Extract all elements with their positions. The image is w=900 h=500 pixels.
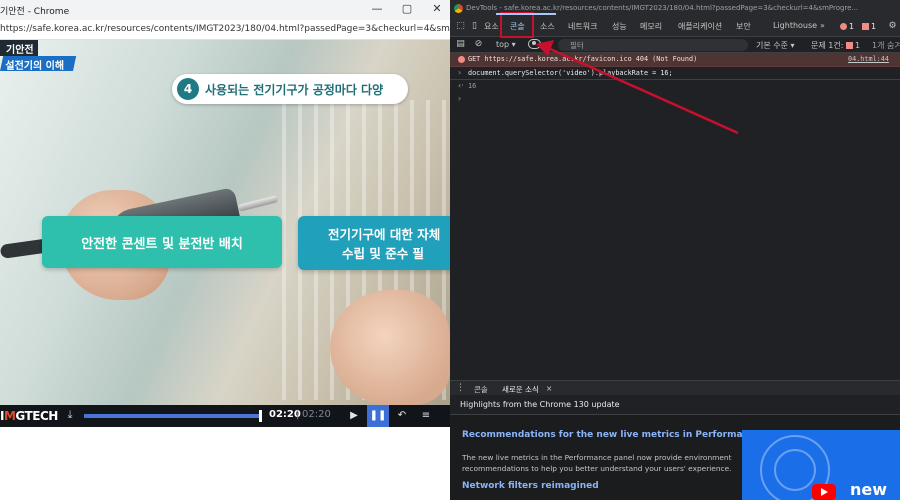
- play-button[interactable]: ▶: [343, 405, 365, 427]
- console-output[interactable]: GET https://safe.korea.ac.kr/favicon.ico…: [450, 53, 900, 380]
- info-card-outlet-text: 안전한 콘센트 및 분전반 배치: [81, 237, 243, 252]
- console-input-row: › document.querySelector('video').playba…: [450, 67, 900, 80]
- news-paragraph-1: The new live metrics in the Performance …: [462, 453, 732, 473]
- clear-console-icon[interactable]: ⊘: [472, 38, 485, 51]
- context-selector[interactable]: top ▾: [496, 40, 516, 49]
- drawer-tab-whats-new[interactable]: 새로운 소식: [502, 384, 539, 395]
- whats-new-title: Highlights from the Chrome 130 update: [460, 400, 620, 409]
- chrome-popup-window: 기안전 - Chrome — ▢ ✕ https://safe.korea.ac…: [0, 0, 450, 500]
- error-source-link[interactable]: 04.html:44: [848, 55, 889, 63]
- youtube-play-icon[interactable]: [812, 484, 836, 500]
- replay-button[interactable]: ↶: [391, 405, 413, 427]
- thumbnail-circle: [774, 449, 816, 491]
- result-chevron-icon: ‹·: [458, 81, 464, 90]
- inspect-element-icon[interactable]: ⬚: [454, 20, 467, 33]
- badge-text: 사용되는 전기기구가 공정마다 다양: [205, 83, 384, 97]
- pause-button[interactable]: ❚❚: [367, 405, 389, 427]
- time-separator: |: [296, 409, 300, 420]
- more-tabs-icon[interactable]: »: [820, 21, 825, 30]
- badge-number: 4: [177, 78, 199, 100]
- close-icon[interactable]: ×: [546, 384, 552, 393]
- prompt-chevron-icon: ›: [458, 94, 462, 103]
- drawer-tab-indicator: [496, 13, 556, 15]
- devtools-window: DevTools - safe.korea.ac.kr/resources/co…: [450, 0, 900, 500]
- issues-link[interactable]: 문제 1건: 1: [811, 40, 860, 51]
- info-card-rules-line2: 수립 및 준수 필: [342, 246, 425, 261]
- page-blank-area: [0, 427, 450, 500]
- screen: 기안전 - Chrome — ▢ ✕ https://safe.korea.ac…: [0, 0, 900, 500]
- seek-bar-fill: [84, 414, 262, 418]
- filter-placeholder: 필터: [570, 41, 584, 50]
- error-message: GET https://safe.korea.ac.kr/favicon.ico…: [468, 55, 698, 63]
- issue-icon: [862, 23, 869, 30]
- seek-bar[interactable]: [84, 414, 262, 418]
- tab-elements[interactable]: 요소: [484, 21, 499, 32]
- download-icon[interactable]: ⤓: [64, 408, 76, 422]
- devtools-title: DevTools - safe.korea.ac.kr/resources/co…: [466, 4, 859, 12]
- tab-performance[interactable]: 성능: [612, 21, 627, 32]
- console-error-row: GET https://safe.korea.ac.kr/favicon.ico…: [450, 53, 900, 67]
- info-card-rules: 전기기구에 대한 자체 수립 및 준수 필: [298, 216, 450, 270]
- hidden-messages-count: 1개 숨겨: [872, 41, 900, 50]
- hand-image: [330, 290, 450, 405]
- log-levels-dropdown[interactable]: 기본 수준 ▾: [756, 40, 795, 51]
- error-icon: [840, 23, 847, 30]
- news-video-thumbnail[interactable]: new: [742, 430, 900, 500]
- device-toolbar-icon[interactable]: ▯: [468, 20, 481, 33]
- input-chevron-icon: ›: [458, 68, 462, 77]
- maximize-icon[interactable]: ▢: [400, 2, 414, 16]
- whats-new-content: Recommendations for the new live metrics…: [450, 415, 900, 500]
- error-icon: [458, 56, 465, 63]
- tab-security[interactable]: 보안: [736, 21, 751, 32]
- news-heading-2[interactable]: Network filters reimagined: [462, 481, 599, 491]
- error-count-badge[interactable]: 1: [840, 22, 854, 31]
- console-tab-highlight-box: [500, 12, 534, 38]
- console-command: document.querySelector('video').playback…: [468, 69, 673, 77]
- info-card-rules-line1: 전기기구에 대한 자체: [328, 227, 441, 242]
- settings-icon[interactable]: ⚙: [886, 20, 899, 33]
- console-prompt[interactable]: ›: [450, 93, 900, 106]
- tab-network[interactable]: 네트워크: [568, 21, 597, 32]
- video-frame[interactable]: 기안전 설전기의 이해 4 사용되는 전기기구가 공정마다 다양 안전한 콘센트…: [0, 40, 450, 405]
- console-filter-input[interactable]: 필터: [558, 39, 748, 51]
- console-toolbar: ▤ ⊘ top ▾ 필터 기본 수준 ▾ 문제 1건: 1 1개 숨겨: [450, 37, 900, 53]
- drawer-menu-icon[interactable]: ⋮: [454, 382, 467, 395]
- tab-lighthouse[interactable]: Lighthouse: [773, 21, 817, 30]
- console-result-row: ‹· 16: [450, 80, 900, 93]
- player-controls: IMGTECH ⤓ 02:20 | 02:20 ▶ ❚❚ ↶ ≡: [0, 405, 450, 427]
- issue-icon: [845, 42, 853, 49]
- minimize-icon[interactable]: —: [370, 2, 384, 16]
- console-result: 16: [468, 82, 477, 90]
- tab-sources[interactable]: 소스: [540, 21, 555, 32]
- window-title: 기안전 - Chrome: [0, 7, 70, 17]
- tab-memory[interactable]: 메모리: [640, 21, 662, 32]
- sidebar-toggle-icon[interactable]: ▤: [454, 38, 467, 51]
- total-time: 02:20: [302, 409, 331, 420]
- drawer-tab-console[interactable]: 콘솔: [474, 384, 488, 395]
- page-url[interactable]: https://safe.korea.ac.kr/resources/conte…: [0, 24, 450, 34]
- menu-button[interactable]: ≡: [415, 405, 437, 427]
- chapter-title: 설전기의 이해: [0, 56, 76, 72]
- drawer-tabbar: ⋮ 콘솔 새로운 소식 ×: [450, 380, 900, 395]
- seek-handle[interactable]: [259, 410, 262, 422]
- news-heading-1[interactable]: Recommendations for the new live metrics…: [462, 430, 760, 440]
- window-titlebar[interactable]: 기안전 - Chrome — ▢ ✕: [0, 0, 450, 20]
- tab-application[interactable]: 애플리케이션: [678, 21, 722, 32]
- course-logo: 기안전: [0, 40, 38, 56]
- close-icon[interactable]: ✕: [430, 2, 444, 16]
- live-expression-eye-icon[interactable]: [528, 39, 541, 49]
- thumbnail-text: new: [850, 480, 888, 499]
- chapter-title-text: 설전기의 이해: [5, 61, 65, 72]
- topic-badge: 4 사용되는 전기기구가 공정마다 다양: [172, 74, 408, 104]
- whats-new-header: Highlights from the Chrome 130 update: [450, 395, 900, 415]
- chrome-logo-icon: [454, 4, 463, 13]
- imgtech-logo: IMGTECH: [0, 409, 58, 423]
- issue-count-badge[interactable]: 1: [862, 22, 876, 31]
- info-card-outlet: 안전한 콘센트 및 분전반 배치: [42, 216, 282, 268]
- address-bar[interactable]: https://safe.korea.ac.kr/resources/conte…: [0, 20, 450, 40]
